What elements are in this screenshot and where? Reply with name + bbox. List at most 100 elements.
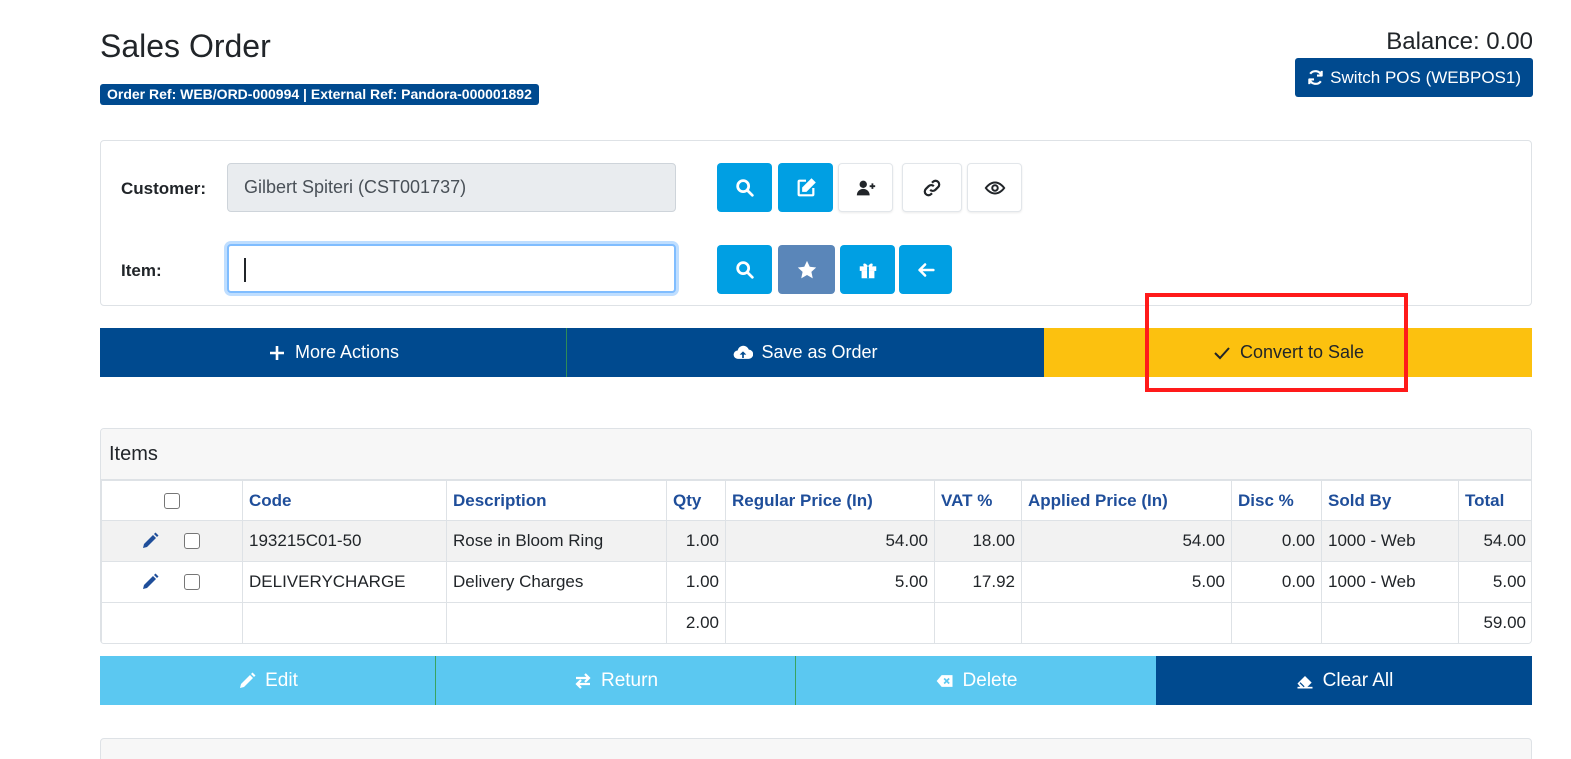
pencil-icon[interactable] — [140, 572, 160, 592]
total-qty-cell: 2.00 — [666, 602, 726, 643]
add-customer-button[interactable] — [838, 163, 893, 212]
customer-field[interactable]: Gilbert Spiteri (CST001737) — [227, 163, 676, 212]
page-title: Sales Order — [100, 28, 271, 64]
gift-icon — [859, 262, 876, 278]
column-header[interactable]: Total — [1458, 480, 1531, 521]
vat-cell: 17.92 — [934, 561, 1022, 603]
regular-price-cell: 54.00 — [725, 520, 935, 562]
clear-all-button[interactable]: Clear All — [1156, 656, 1532, 705]
back-button[interactable] — [899, 245, 952, 294]
regular-price-cell: 5.00 — [725, 561, 935, 603]
convert-to-sale-label: Convert to Sale — [1239, 342, 1365, 362]
view-customer-button[interactable] — [967, 163, 1022, 212]
star-icon — [797, 260, 816, 278]
pencil-icon[interactable] — [140, 531, 160, 551]
row-select-cell — [101, 561, 243, 603]
sold-by-cell: 1000 - Web — [1321, 520, 1459, 562]
column-header[interactable]: Description — [446, 480, 667, 521]
sync-icon — [1308, 70, 1323, 85]
more-actions-button[interactable]: More Actions — [100, 328, 567, 377]
edit-icon — [797, 177, 816, 196]
applied-price-cell: 5.00 — [1021, 561, 1232, 603]
empty-cell — [446, 602, 667, 643]
description-cell: Delivery Charges — [446, 561, 667, 603]
column-header[interactable]: Code — [242, 480, 447, 521]
check-icon — [1214, 346, 1230, 359]
plus-icon — [269, 345, 284, 360]
item-search-button[interactable] — [717, 245, 772, 294]
qty-cell: 1.00 — [666, 520, 726, 562]
search-icon — [735, 260, 754, 279]
column-header[interactable]: VAT % — [934, 480, 1022, 521]
row-checkbox[interactable] — [184, 533, 200, 549]
customer-edit-button[interactable] — [778, 163, 833, 212]
code-cell: 193215C01-50 — [242, 520, 447, 562]
text-caret — [244, 258, 246, 282]
return-button[interactable]: Return — [436, 656, 796, 705]
items-title: Items — [101, 429, 1531, 480]
select-all-checkbox[interactable] — [164, 493, 180, 510]
link-customer-button[interactable] — [902, 163, 962, 212]
empty-cell — [1231, 602, 1322, 643]
clear-all-label: Clear All — [1322, 669, 1394, 691]
table-row[interactable]: 193215C01-50 Rose in Bloom Ring 1.00 54.… — [101, 520, 1531, 562]
convert-to-sale-button[interactable]: Convert to Sale — [1044, 328, 1532, 377]
order-action-bar: More Actions Save as Order Convert to Sa… — [100, 328, 1532, 377]
empty-cell — [1321, 602, 1459, 643]
search-icon — [735, 178, 754, 197]
next-panel — [100, 738, 1532, 759]
items-table: Code Description Qty Regular Price (In) … — [101, 480, 1531, 643]
more-actions-label: More Actions — [294, 342, 400, 362]
select-all-cell — [101, 480, 243, 521]
gift-button[interactable] — [840, 245, 895, 294]
row-checkbox[interactable] — [184, 574, 200, 590]
cloud-upload-icon — [734, 345, 754, 359]
order-ref-badge: Order Ref: WEB/ORD-000994 | External Ref… — [100, 84, 539, 105]
row-select-cell — [101, 520, 243, 562]
switch-pos-button[interactable]: Switch POS (WEBPOS1) — [1295, 58, 1533, 97]
totals-row: 2.00 59.00 — [101, 602, 1531, 643]
eraser-icon — [1297, 675, 1313, 688]
add-user-icon — [856, 180, 875, 195]
table-row[interactable]: DELIVERYCHARGE Delivery Charges 1.00 5.0… — [101, 561, 1531, 603]
empty-cell — [101, 602, 243, 643]
eye-icon — [984, 180, 1005, 195]
item-input[interactable] — [227, 244, 676, 293]
empty-cell — [934, 602, 1022, 643]
column-header[interactable]: Applied Price (In) — [1021, 480, 1232, 521]
item-label: Item: — [121, 261, 162, 280]
column-header[interactable]: Sold By — [1321, 480, 1459, 521]
column-header[interactable]: Regular Price (In) — [725, 480, 935, 521]
delete-button[interactable]: Delete — [796, 656, 1156, 705]
code-cell: DELIVERYCHARGE — [242, 561, 447, 603]
pencil-icon — [240, 672, 256, 688]
edit-button[interactable]: Edit — [100, 656, 436, 705]
empty-cell — [1021, 602, 1232, 643]
items-action-bar: Edit Return Delete Clear All — [100, 656, 1532, 705]
favorite-items-button[interactable] — [778, 245, 835, 294]
customer-label: Customer: — [121, 179, 207, 198]
column-header[interactable]: Qty — [666, 480, 726, 521]
backspace-icon — [936, 674, 953, 687]
switch-pos-label: Switch POS (WEBPOS1) — [1330, 67, 1521, 87]
items-card: Items Code Description Qty Regular Price… — [100, 428, 1532, 644]
save-as-order-button[interactable]: Save as Order — [567, 328, 1044, 377]
exchange-icon — [575, 672, 591, 689]
qty-cell: 1.00 — [666, 561, 726, 603]
link-icon — [923, 179, 941, 196]
applied-price-cell: 54.00 — [1021, 520, 1232, 562]
empty-cell — [725, 602, 935, 643]
table-header-row: Code Description Qty Regular Price (In) … — [101, 480, 1531, 521]
disc-cell: 0.00 — [1231, 520, 1322, 562]
column-header[interactable]: Disc % — [1231, 480, 1322, 521]
total-cell: 5.00 — [1458, 561, 1531, 603]
empty-cell — [242, 602, 447, 643]
grand-total-cell: 59.00 — [1458, 602, 1531, 643]
total-cell: 54.00 — [1458, 520, 1531, 562]
vat-cell: 18.00 — [934, 520, 1022, 562]
customer-search-button[interactable] — [717, 163, 772, 212]
description-cell: Rose in Bloom Ring — [446, 520, 667, 562]
balance-text: Balance: 0.00 — [1386, 28, 1533, 55]
arrow-left-icon — [917, 262, 935, 277]
order-form-card: Customer: Gilbert Spiteri (CST001737) It… — [100, 140, 1532, 306]
